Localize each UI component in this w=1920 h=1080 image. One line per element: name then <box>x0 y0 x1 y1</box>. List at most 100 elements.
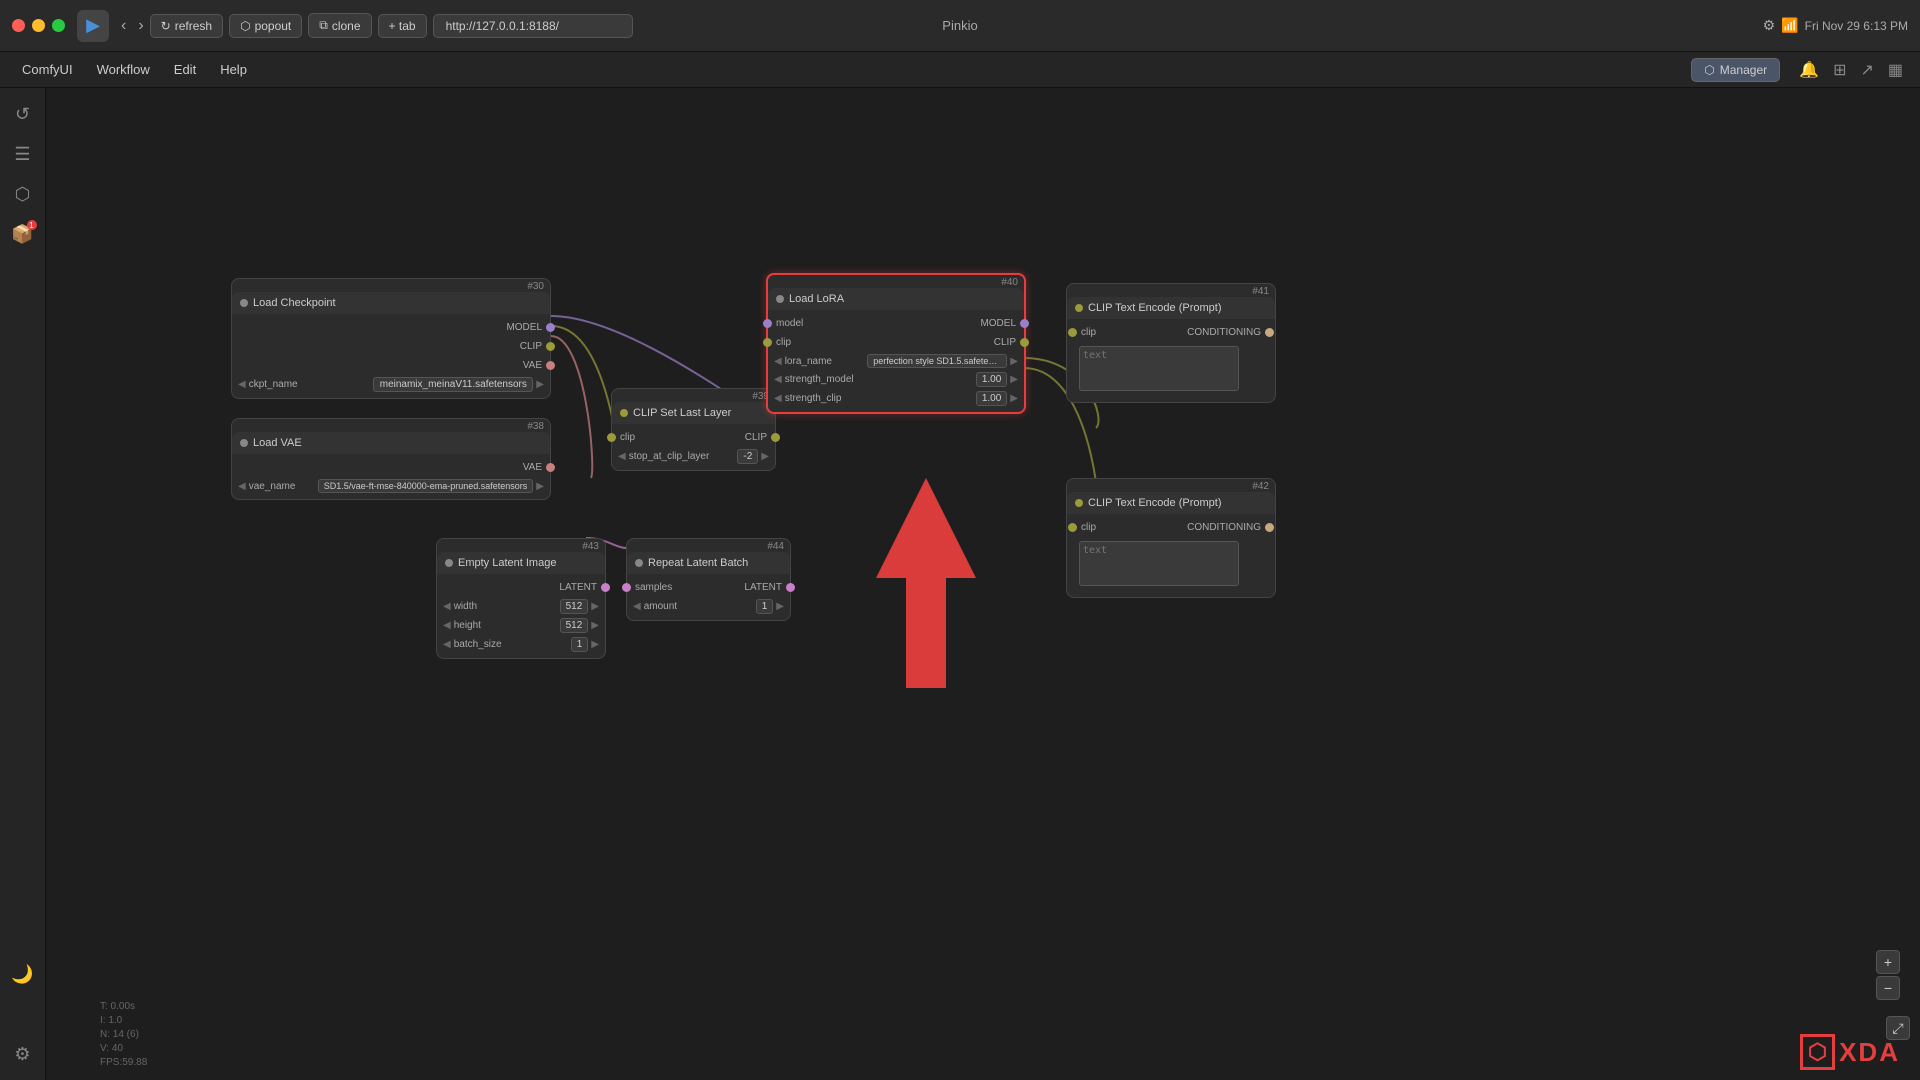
ckpt-left-arrow[interactable]: ◀ <box>238 379 246 390</box>
app-icon[interactable]: ▶ <box>77 10 109 42</box>
batch-right[interactable]: ▶ <box>591 639 599 650</box>
zoom-in-button[interactable]: + <box>1876 950 1900 974</box>
amount-param: ◀ amount 1 ▶ <box>627 597 790 616</box>
vae-left-arrow[interactable]: ◀ <box>238 481 246 492</box>
node-load-checkpoint-header: Load Checkpoint <box>232 292 550 314</box>
node-clip-text-1[interactable]: #41 CLIP Text Encode (Prompt) clip CONDI… <box>1066 283 1276 403</box>
clip-text-2-cond-output <box>1265 523 1274 532</box>
minimize-button[interactable] <box>32 19 45 32</box>
stop-value: -2 <box>737 449 758 464</box>
str-model-left[interactable]: ◀ <box>774 374 782 385</box>
bookmark-icon[interactable]: ⊞ <box>1828 58 1851 82</box>
node-id-41: #41 <box>1067 284 1275 297</box>
lora-name-right[interactable]: ▶ <box>1010 356 1018 367</box>
sidebar-cube-button[interactable]: ⬡ <box>7 178 39 210</box>
node-id-39: #39 <box>612 389 775 402</box>
node-clip-text-2-body: clip CONDITIONING <box>1067 514 1275 597</box>
clip-text-2-input[interactable] <box>1079 541 1239 586</box>
node-load-vae[interactable]: #38 Load VAE VAE ◀ vae_name SD1.5/vae-ft… <box>231 418 551 500</box>
width-param: ◀ width 512 ▶ <box>437 597 605 616</box>
ckpt-right-arrow[interactable]: ▶ <box>536 379 544 390</box>
lora-clip-row: clip CLIP <box>768 333 1024 352</box>
menu-comfyui[interactable]: ComfyUI <box>12 58 83 81</box>
node-empty-latent[interactable]: #43 Empty Latent Image LATENT ◀ width 51… <box>436 538 606 659</box>
height-right[interactable]: ▶ <box>591 620 599 631</box>
manager-icon: ⬡ <box>1704 63 1714 77</box>
node-load-lora[interactable]: #40 Load LoRA model MODEL clip CLIP <box>766 273 1026 414</box>
xda-logo: ⬡ XDA <box>1800 1034 1900 1070</box>
node-clip-set-last[interactable]: #39 CLIP Set Last Layer clip CLIP ◀ stop… <box>611 388 776 471</box>
batch-left[interactable]: ◀ <box>443 639 451 650</box>
menu-workflow[interactable]: Workflow <box>87 58 160 81</box>
amount-right[interactable]: ▶ <box>776 601 784 612</box>
str-model-right[interactable]: ▶ <box>1010 374 1018 385</box>
clone-button[interactable]: ⧉ clone <box>308 13 371 38</box>
width-right[interactable]: ▶ <box>591 601 599 612</box>
popout-button[interactable]: ⬡ popout <box>229 14 302 38</box>
manager-button[interactable]: ⬡ Manager <box>1691 58 1780 82</box>
node-clip-set-last-header: CLIP Set Last Layer <box>612 402 775 424</box>
zoom-out-button[interactable]: − <box>1876 976 1900 1000</box>
width-left[interactable]: ◀ <box>443 601 451 612</box>
amount-left[interactable]: ◀ <box>633 601 641 612</box>
vae-name-param: ◀ vae_name SD1.5/vae-ft-mse-840000-ema-p… <box>232 477 550 495</box>
clip-text-1-cond-output <box>1265 328 1274 337</box>
canvas[interactable]: #30 Load Checkpoint MODEL CLIP VAE <box>46 88 1920 1080</box>
height-left[interactable]: ◀ <box>443 620 451 631</box>
clip-output-port-2 <box>771 433 780 442</box>
titlebar: ▶ ‹ › ↻ refresh ⬡ popout ⧉ clone + tab h… <box>0 0 1920 52</box>
node-load-checkpoint[interactable]: #30 Load Checkpoint MODEL CLIP VAE <box>231 278 551 399</box>
menubar: ComfyUI Workflow Edit Help ⬡ Manager 🔔 ⊞… <box>0 52 1920 88</box>
node-repeat-latent[interactable]: #44 Repeat Latent Batch samples LATENT ◀… <box>626 538 791 621</box>
batch-size-param: ◀ batch_size 1 ▶ <box>437 635 605 654</box>
amount-value: 1 <box>756 599 774 614</box>
bell-icon[interactable]: 🔔 <box>1794 58 1824 82</box>
menu-help[interactable]: Help <box>210 58 257 81</box>
clip-text-1-input[interactable] <box>1079 346 1239 391</box>
node-clip-text-2[interactable]: #42 CLIP Text Encode (Prompt) clip CONDI… <box>1066 478 1276 598</box>
node-repeat-latent-header: Repeat Latent Batch <box>627 552 790 574</box>
url-bar[interactable]: http://127.0.0.1:8188/ <box>433 14 633 38</box>
str-clip-right[interactable]: ▶ <box>1010 393 1018 404</box>
clip-text-1-port-row: clip CONDITIONING <box>1073 323 1269 342</box>
grid-icon[interactable]: ▦ <box>1883 58 1908 82</box>
clip-output-port <box>546 342 555 351</box>
stop-right-arrow[interactable]: ▶ <box>761 451 769 462</box>
height-param: ◀ height 512 ▶ <box>437 616 605 635</box>
clip-text-2-text-area-wrap <box>1073 537 1269 593</box>
forward-button[interactable]: › <box>132 13 149 39</box>
stop-at-clip-layer-param: ◀ stop_at_clip_layer -2 ▶ <box>612 447 775 466</box>
menu-edit[interactable]: Edit <box>164 58 206 81</box>
close-button[interactable] <box>12 19 25 32</box>
sidebar-theme-button[interactable]: 🌙 <box>7 958 39 990</box>
lora-name-param: ◀ lora_name perfection style SD1.5.safet… <box>768 352 1024 370</box>
clip-text-2-clip-input <box>1068 523 1077 532</box>
str-clip-left[interactable]: ◀ <box>774 393 782 404</box>
back-button[interactable]: ‹ <box>115 13 132 39</box>
maximize-button[interactable] <box>52 19 65 32</box>
red-arrow-annotation <box>856 478 996 688</box>
sidebar: ↺ ☰ ⬡ 📦 1 🌙 ⚙ <box>0 88 46 1080</box>
stats-panel: T: 0.00s I: 1.0 N: 14 (6) V: 40 FPS:59.8… <box>100 1000 147 1070</box>
vae-right-arrow[interactable]: ▶ <box>536 481 544 492</box>
sidebar-package-button[interactable]: 📦 1 <box>7 218 39 250</box>
system-icons: ⚙ 📶 Fri Nov 29 6:13 PM <box>1763 17 1908 34</box>
lora-clip-input <box>763 338 772 347</box>
ckpt-value: meinamix_meinaV11.safetensors <box>373 377 533 392</box>
sidebar-settings-button[interactable]: ⚙ <box>7 1038 39 1070</box>
lora-name-left[interactable]: ◀ <box>774 356 782 367</box>
node-clip-set-last-body: clip CLIP ◀ stop_at_clip_layer -2 ▶ <box>612 424 775 470</box>
traffic-lights <box>12 19 65 32</box>
share-icon[interactable]: ↗ <box>1855 58 1878 82</box>
stop-left-arrow[interactable]: ◀ <box>618 451 626 462</box>
sidebar-list-button[interactable]: ☰ <box>7 138 39 170</box>
lora-model-row: model MODEL <box>768 314 1024 333</box>
sidebar-history-button[interactable]: ↺ <box>7 98 39 130</box>
popout-icon: ⬡ <box>240 19 250 33</box>
node-id-38: #38 <box>232 419 550 432</box>
new-tab-button[interactable]: + tab <box>378 14 427 38</box>
node-load-vae-body: VAE ◀ vae_name SD1.5/vae-ft-mse-840000-e… <box>232 454 550 499</box>
vae-output-port <box>546 361 555 370</box>
width-value: 512 <box>560 599 589 614</box>
refresh-button[interactable]: ↻ refresh <box>150 14 223 38</box>
